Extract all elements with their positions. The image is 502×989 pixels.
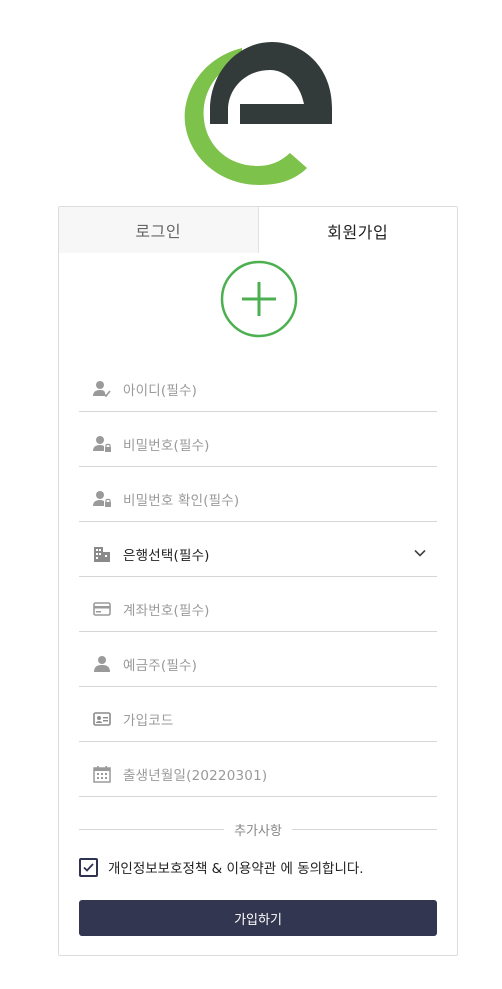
divider-line [291,828,437,830]
terms-agreement[interactable]: 개인정보보호정책 & 이용약관 에 동의합니다. [79,857,364,877]
password-placeholder: 비밀번호(필수) [123,438,210,454]
extra-section-divider: 추가사항 [79,819,437,839]
divider-label: 추가사항 [234,823,282,839]
user-lock-icon [91,488,113,510]
bank-select-value: 은행선택(필수) [123,548,210,564]
username-field[interactable]: 아이디(필수) [79,367,437,412]
signup-code-field[interactable]: 가입코드 [79,697,437,742]
tab-signup[interactable]: 회원가입 [258,207,457,254]
account-number-field[interactable]: 계좌번호(필수) [79,587,437,632]
id-card-icon [91,708,113,730]
signup-card: 로그인 회원가입 아이디(필수) 비밀번호(필수) 비밀번호 확인(필수) 은행… [58,206,458,956]
password-confirm-field[interactable]: 비밀번호 확인(필수) [79,477,437,522]
brand-logo [184,42,332,185]
terms-of-use-link[interactable]: 이용약관 [227,861,277,877]
bank-select[interactable]: 은행선택(필수) [79,532,437,577]
chevron-down-icon [414,549,426,557]
terms-checkbox[interactable] [79,857,98,877]
password-field[interactable]: 비밀번호(필수) [79,422,437,467]
account-holder-field[interactable]: 예금주(필수) [79,642,437,687]
ampersand: & [207,861,227,877]
birthdate-placeholder: 출생년월일(20220301) [123,768,268,784]
password-confirm-placeholder: 비밀번호 확인(필수) [123,493,240,509]
birthdate-field[interactable]: 출생년월일(20220301) [79,752,437,797]
divider-line [79,828,225,830]
building-icon [91,543,113,565]
signup-code-placeholder: 가입코드 [123,713,174,729]
account-number-placeholder: 계좌번호(필수) [123,603,210,619]
account-holder-placeholder: 예금주(필수) [123,658,198,674]
user-lock-icon [91,433,113,455]
auth-tabs: 로그인 회원가입 [59,207,457,254]
signup-submit-button[interactable]: 가입하기 [79,900,437,936]
username-placeholder: 아이디(필수) [123,383,198,399]
check-icon [83,862,94,872]
credit-card-icon [91,598,113,620]
privacy-policy-link[interactable]: 개인정보보호정책 [108,861,207,877]
add-circle-icon [220,260,298,338]
tab-login[interactable]: 로그인 [59,207,259,253]
user-check-icon [91,378,113,400]
terms-suffix: 에 동의합니다. [276,861,364,877]
user-icon [91,653,113,675]
calendar-icon [91,763,113,785]
terms-text: 개인정보보호정책 & 이용약관 에 동의합니다. [108,857,364,877]
